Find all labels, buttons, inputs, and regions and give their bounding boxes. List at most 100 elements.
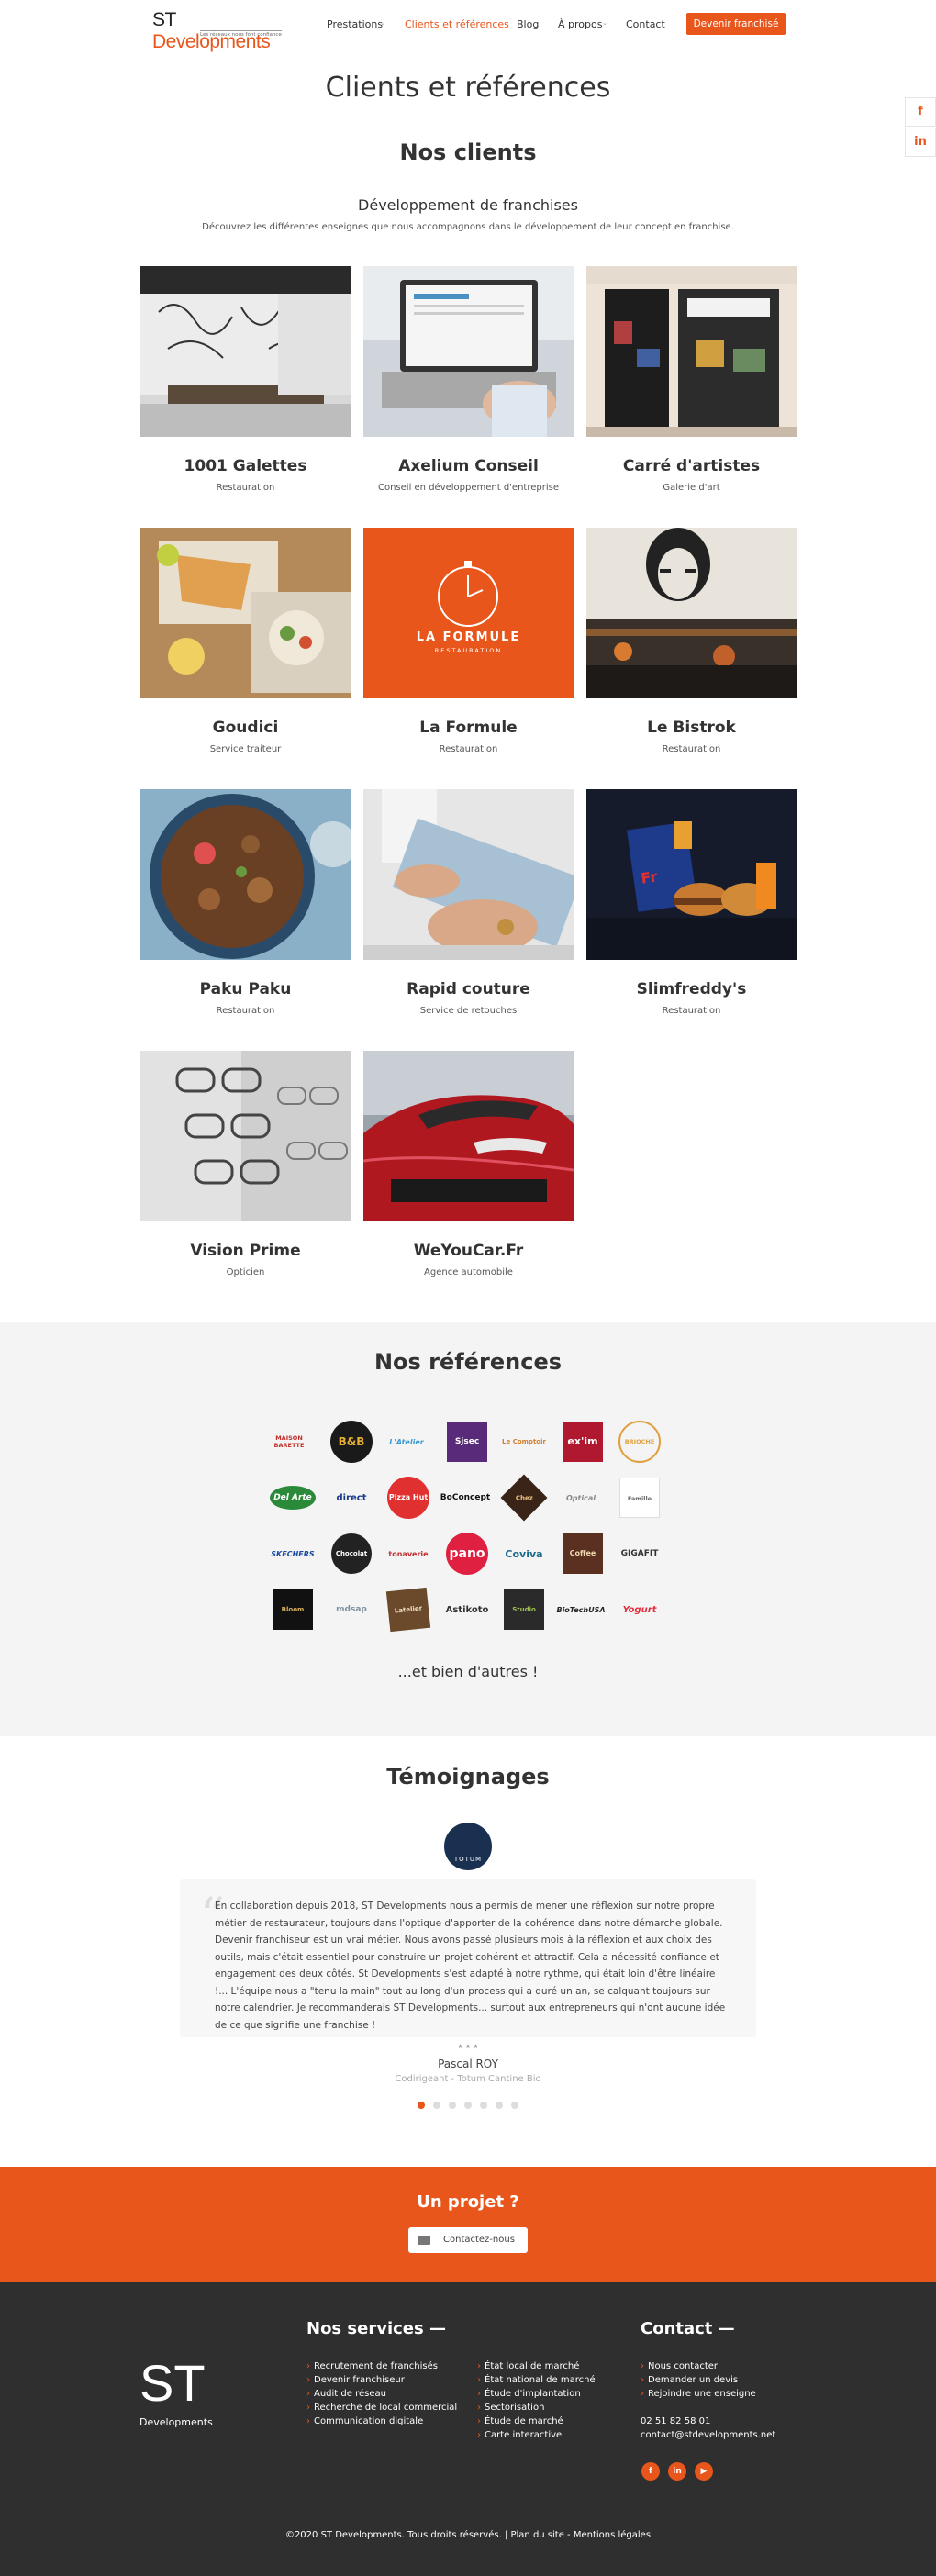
reference-logo: tonaverie [388,1549,429,1558]
reference-logo: Le Comptoir [502,1438,546,1445]
service-link[interactable]: Devenir franchiseur [306,2375,405,2385]
client-card[interactable]: Carré d'artistes Galerie d'art [586,266,797,493]
contact-us-label: Contactez-nous [443,2235,515,2245]
client-image-axelium [363,266,574,437]
nav-blog[interactable]: Blog [517,18,539,30]
client-name: WeYouCar.Fr [413,1242,524,1260]
client-image-le-bistrok [586,528,797,698]
contact-link[interactable]: Rejoindre une enseigne [641,2389,756,2399]
reference-logo: Chez [500,1474,548,1522]
contact-link[interactable]: Nous contacter [641,2361,718,2371]
mail-icon [418,2236,430,2245]
carousel-dot[interactable] [464,2102,472,2109]
site-logo[interactable]: ST Developments Les réseaux nous font co… [152,9,290,52]
references-title: Nos références [373,1349,563,1375]
project-cta-section: Un projet ? Contactez-nous [0,2167,936,2282]
carousel-dot[interactable] [480,2102,487,2109]
client-category: Service de retouches [419,1006,518,1016]
client-name: Axelium Conseil [398,457,539,475]
client-card[interactable]: LA FORMULE RESTAURATION La Formule Resta… [363,528,574,754]
nav-contact[interactable]: Contact [626,18,665,30]
client-card[interactable]: Goudici Service traiteur [140,528,351,754]
client-image-vision-prime [140,1051,351,1221]
service-link[interactable]: Étude d'implantation [477,2389,581,2399]
carousel-dot[interactable] [433,2102,440,2109]
reference-logo: Optical [566,1493,596,1502]
service-link[interactable]: Communication digitale [306,2416,423,2426]
client-card[interactable]: WeYouCar.Fr Agence automobile [363,1051,574,1277]
client-card[interactable]: Axelium Conseil Conseil en développement… [363,266,574,493]
footer-email[interactable]: contact@stdevelopments.net [641,2430,775,2440]
service-link[interactable]: État national de marché [477,2375,596,2385]
client-name: La Formule [419,719,518,737]
chevron-down-icon: ⌄ [380,19,385,27]
logo-tagline: Les réseaux nous font confiance [200,30,282,38]
client-card[interactable]: Fr Slimfreddy's Restauration [586,789,797,1016]
client-card[interactable]: Paku Paku Restauration [140,789,351,1016]
footer-phone[interactable]: 02 51 82 58 01 [641,2416,710,2426]
client-name: Paku Paku [199,980,292,998]
client-name: Rapid couture [407,980,530,998]
footer-logo-sub: Developments [139,2416,213,2428]
reference-logo: ex'im [560,1421,606,1463]
client-image-paku-paku [140,789,351,960]
reference-logo: mdsap [336,1605,367,1614]
rating-stars: ★ ★ ★ [457,2043,479,2050]
client-category: Conseil en développement d'entreprise [377,483,559,493]
reference-logo: BioTechUSA [556,1605,606,1614]
contact-title: Contact — [641,2319,735,2338]
service-link[interactable]: Carte interactive [477,2430,562,2440]
reference-logo: direct [336,1492,367,1503]
client-card[interactable]: Rapid couture Service de retouches [363,789,574,1016]
client-card[interactable]: 1001 Galettes Restauration [140,266,351,493]
service-link[interactable]: Recrutement de franchisés [306,2361,438,2371]
client-category: Restauration [216,483,275,493]
nav-prestations[interactable]: Prestations [327,18,383,30]
reference-logo: Latelier [385,1587,431,1633]
chevron-down-icon: ⌄ [602,19,607,27]
carousel-dot[interactable] [511,2102,518,2109]
service-link[interactable]: État local de marché [477,2361,579,2371]
la-formule-logo-text: LA FORMULE [416,630,521,644]
contact-link[interactable]: Demander un devis [641,2375,738,2385]
contact-us-button[interactable]: Contactez-nous [408,2227,528,2253]
client-category: Service traiteur [209,744,282,754]
clients-subtitle: Développement de franchises [358,196,578,214]
footer-logo: ST [139,2354,206,2412]
client-card[interactable]: Vision Prime Opticien [140,1051,351,1277]
client-image-goudici [140,528,351,698]
copyright: ©2020 ST Developments. Tous droits réser… [284,2530,652,2540]
la-formule-logo-sub: RESTAURATION [434,647,503,654]
facebook-icon[interactable]: f [641,2462,660,2481]
client-category: Restauration [439,744,498,754]
client-card[interactable]: Le Bistrok Restauration [586,528,797,754]
site-footer: ST Developments Nos services — Recruteme… [0,2282,936,2576]
client-image-rapid-couture [363,789,574,960]
client-category: Agence automobile [424,1267,513,1277]
reference-logo: B&B [329,1421,374,1463]
youtube-icon[interactable]: ▶ [695,2462,713,2481]
nav-clients[interactable]: Clients et références [405,18,509,30]
carousel-dot[interactable] [496,2102,503,2109]
service-link[interactable]: Sectorisation [477,2403,544,2413]
carousel-dot[interactable] [418,2102,425,2109]
carousel-dot[interactable] [449,2102,456,2109]
testimonials-title: Témoignages [386,1764,550,1790]
reference-logo: GIGAFIT [620,1549,659,1558]
nav-a-propos[interactable]: À propos [558,18,602,30]
reference-logo: Del Arte [270,1477,316,1519]
service-link[interactable]: Étude de marché [477,2416,563,2426]
client-category: Opticien [226,1267,265,1277]
reference-logo: Coffee [560,1533,606,1575]
reference-logo: Coviva [505,1547,543,1560]
service-link[interactable]: Audit de réseau [306,2389,386,2399]
reference-logo: Astikoto [445,1604,489,1615]
client-image-weyoucar [363,1051,574,1221]
linkedin-icon[interactable]: in [668,2462,686,2481]
client-category: Restauration [662,1006,721,1016]
client-image-slimfreddys: Fr [586,789,797,960]
service-link[interactable]: Recherche de local commercial [306,2403,457,2413]
become-franchisee-button[interactable]: Devenir franchisé [686,13,786,35]
testimonial-text: En collaboration depuis 2018, ST Develop… [215,1901,726,2031]
reference-logo: pano [444,1533,490,1575]
